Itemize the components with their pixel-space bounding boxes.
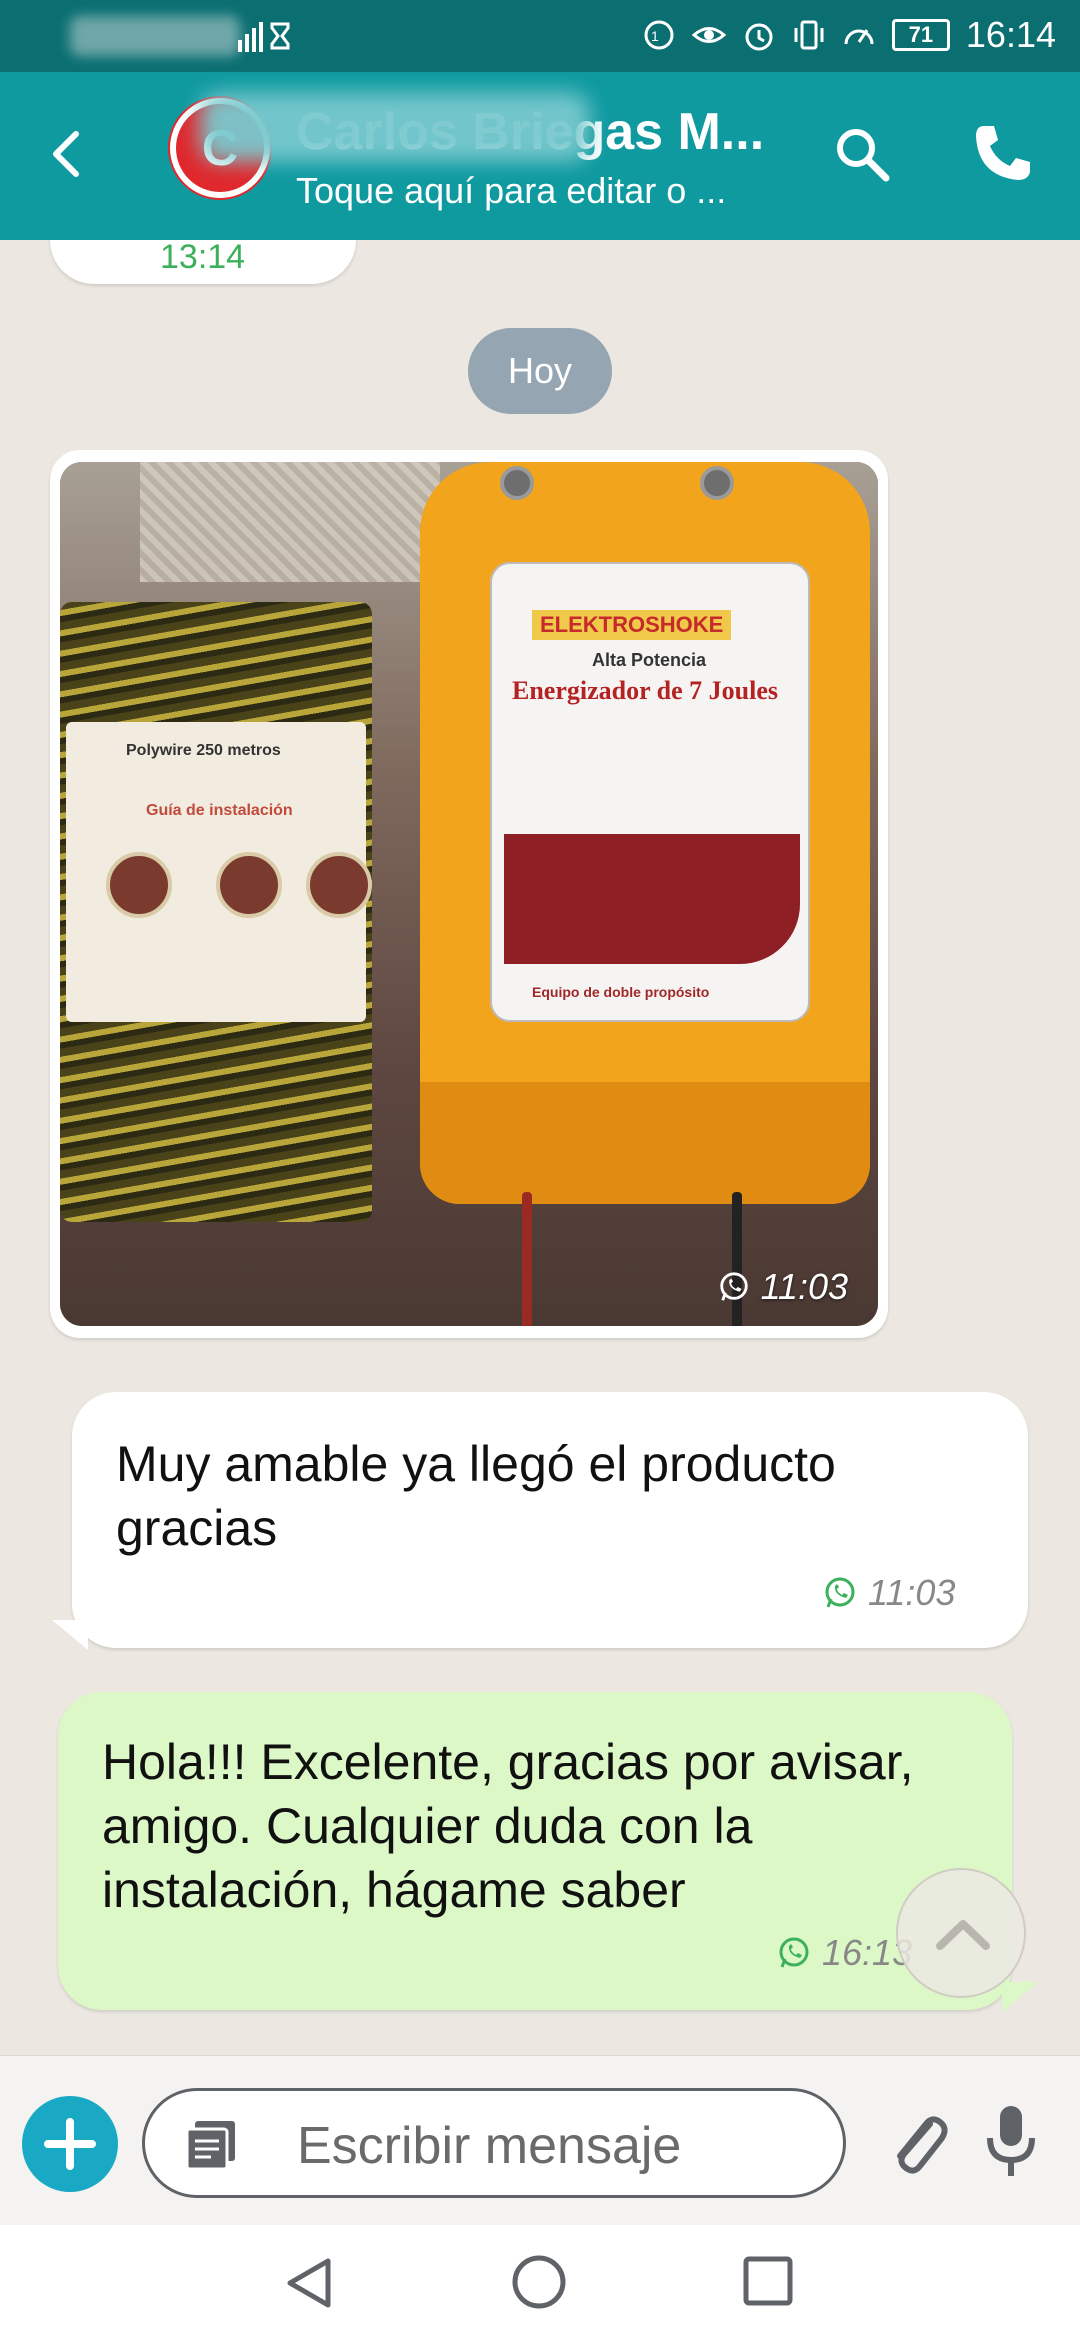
mic-icon[interactable] (976, 2100, 1046, 2184)
energizer-sub: Alta Potencia (592, 650, 707, 670)
terminal (700, 466, 734, 500)
status-icons: 1 71 16:14 (642, 14, 1056, 56)
scroll-up-button[interactable] (896, 1868, 1026, 1998)
phone-icon[interactable] (970, 120, 1036, 186)
energizer-footer: Equipo de doble propósito (532, 984, 710, 1000)
status-bar: 1 71 16:14 (0, 0, 1080, 72)
vibrate-icon (792, 18, 826, 52)
nav-home-icon[interactable] (508, 2251, 570, 2313)
eye-icon (691, 18, 727, 52)
energizer-panel (504, 834, 800, 964)
incoming-message-text: Muy amable ya llegó el producto gracias (116, 1436, 836, 1556)
image-message-bubble[interactable]: Polywire 250 metros Guía de instalación … (50, 450, 888, 1338)
signal-icon (236, 20, 296, 63)
speed-icon (842, 18, 876, 52)
energizer-title: Energizador de 7 Joules (512, 676, 779, 705)
spool-label-sub: Guía de instalación (146, 802, 293, 819)
image-message-time: 11:03 (760, 1266, 848, 1307)
back-arrow-icon[interactable] (38, 124, 98, 184)
diagram-circle (306, 852, 372, 918)
terminal (500, 466, 534, 500)
battery-indicator: 71 (891, 19, 950, 51)
previous-message-time: 13:14 (160, 240, 246, 276)
carrier-name-blurred (70, 16, 240, 56)
energizer-label: ELEKTROSHOKE Alta Potencia Energizador d… (490, 562, 810, 1022)
status-time: 16:14 (965, 14, 1056, 55)
spool-label-title: Polywire 250 metros (126, 742, 281, 759)
nav-back-icon[interactable] (280, 2253, 340, 2313)
red-wire (522, 1192, 532, 1326)
polywire-spool: Polywire 250 metros Guía de instalación (60, 602, 372, 1222)
incoming-message-meta: 11:03 (822, 1572, 955, 1614)
diagram-circle (106, 852, 172, 918)
notification-icon: 1 (642, 18, 676, 52)
outgoing-message-meta: 16:13 (776, 1932, 912, 1974)
nav-recent-icon[interactable] (740, 2253, 796, 2309)
chevron-up-icon (936, 1920, 990, 1950)
whatsapp-icon (719, 1272, 748, 1301)
whatsapp-icon (779, 1937, 809, 1968)
date-chip: Hoy (468, 328, 612, 414)
plus-button[interactable] (22, 2096, 118, 2192)
chat-header: C Carlos Briegas M... Toque aquí para ed… (0, 72, 1080, 240)
incoming-bubble-tail (52, 1620, 88, 1650)
whatsapp-icon (825, 1577, 855, 1608)
message-input[interactable] (297, 2109, 817, 2183)
note-icon[interactable] (181, 2115, 241, 2175)
outgoing-message-text: Hola!!! Excelente, gracias por avisar, a… (102, 1734, 914, 1918)
message-field[interactable] (142, 2088, 846, 2198)
contact-name-blur (200, 92, 590, 162)
diagram-circle (216, 852, 282, 918)
paperclip-icon[interactable] (882, 2104, 952, 2182)
incoming-message-bubble[interactable]: Muy amable ya llegó el producto gracias … (72, 1392, 1028, 1648)
product-photo[interactable]: Polywire 250 metros Guía de instalación … (60, 462, 878, 1326)
svg-text:1: 1 (651, 28, 659, 44)
alarm-icon (742, 18, 776, 52)
outgoing-message-bubble[interactable]: Hola!!! Excelente, gracias por avisar, a… (58, 1692, 1012, 2010)
system-navigation-bar (0, 2225, 1080, 2340)
composer-bar (0, 2055, 1080, 2225)
search-icon[interactable] (830, 122, 894, 186)
contact-subtitle[interactable]: Toque aquí para editar o ... (296, 170, 726, 212)
energizer-device: ELEKTROSHOKE Alta Potencia Energizador d… (420, 462, 870, 1204)
energizer-brand: ELEKTROSHOKE (532, 610, 732, 640)
incoming-message-time: 11:03 (868, 1572, 956, 1613)
chat-area[interactable]: 13:14 Hoy Polywire 250 metros Guía de in… (0, 240, 1080, 2055)
plus-icon (44, 2118, 96, 2170)
image-message-meta: 11:03 (717, 1266, 848, 1308)
previous-message-bubble[interactable]: 13:14 (50, 240, 356, 284)
spool-label: Polywire 250 metros Guía de instalación (66, 722, 372, 1022)
lace-doily (140, 462, 440, 582)
